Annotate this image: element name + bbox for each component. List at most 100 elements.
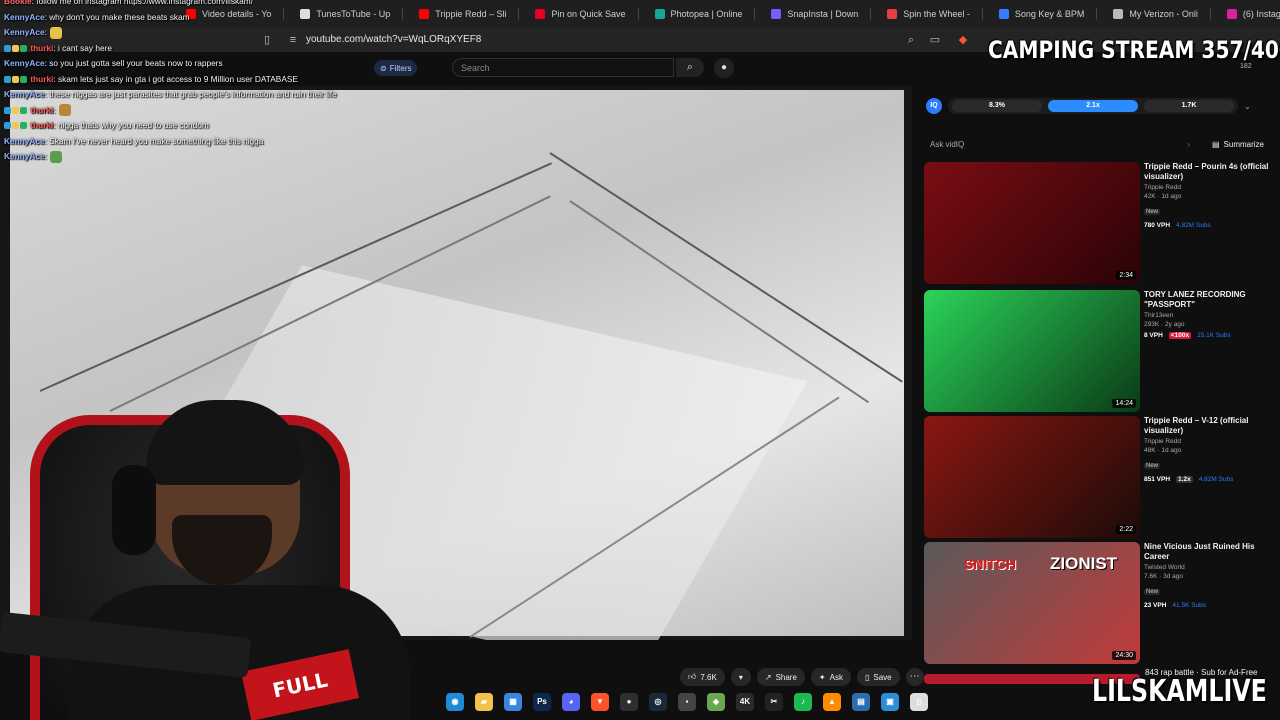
steam-icon[interactable]: ◎	[649, 693, 667, 711]
tab-favicon-icon	[1226, 9, 1237, 19]
vidiq-video-stats: 8 VPH <100x 15.1K Subs	[1144, 332, 1274, 339]
browser-tab[interactable]: Photopea | Online	[647, 1, 764, 27]
tab-label: Trippie Redd – Sli	[435, 9, 507, 19]
chat-username[interactable]: KennyAce	[4, 58, 45, 68]
chat-message: KennyAce: so you just gotta sell your be…	[4, 56, 384, 72]
dislike-button[interactable]: ▾	[730, 668, 751, 686]
browser-tab[interactable]: Spin the Wheel -	[879, 1, 991, 27]
vidiq-stat-segment[interactable]: 1.7K	[1144, 100, 1234, 112]
browser-tab[interactable]: (6) Instagram	[1219, 1, 1280, 27]
video-actions: 👍︎ 7.6K ▾ ↗ Share ✦ Ask ▯ Save ⋯	[680, 668, 924, 686]
recommendation-item[interactable]: 2:34 Trippie Redd – Pourin 4s (official v…	[924, 162, 1274, 284]
like-button[interactable]: 👍︎ 7.6K	[680, 668, 725, 686]
chat-username[interactable]: KennyAce	[4, 27, 45, 37]
tab-favicon-icon	[771, 9, 782, 19]
mic-icon: ●	[720, 62, 728, 73]
chat-username[interactable]: thurki	[30, 43, 53, 53]
chat-username[interactable]: Bookie	[4, 0, 32, 6]
search-input[interactable]: Search	[452, 58, 674, 77]
recommendation-info[interactable]: Trippie Redd – Pourin 4s (official visua…	[1144, 162, 1274, 229]
summarize-button[interactable]: › ▤ Summarize	[1187, 140, 1264, 149]
brave-icon[interactable]: ▼	[591, 693, 609, 711]
subscriber-count: 4.82M Subs	[1198, 476, 1234, 483]
photoshop-icon[interactable]: Ps	[533, 693, 551, 711]
chat-username[interactable]: KennyAce	[4, 12, 45, 22]
sparkle-icon: ✦	[818, 672, 826, 682]
vidiq-logo-icon[interactable]: IQ	[926, 98, 942, 114]
file-icon[interactable]: ▯	[910, 693, 928, 711]
browser-tab[interactable]: My Verizon - Onli	[1105, 1, 1219, 27]
like-count: 7.6K	[700, 672, 717, 682]
spotify-icon[interactable]: ♪	[794, 693, 812, 711]
recommendation-info[interactable]: TORY LANEZ RECORDING "PASSPORT" Thir13een…	[1144, 290, 1274, 339]
video-meta: 293K · 2y ago	[1144, 321, 1185, 328]
save-button[interactable]: ▯ Save	[856, 668, 900, 686]
browser-tab[interactable]: SnapInsta | Down	[763, 1, 879, 27]
video-duration: 2:34	[1116, 271, 1136, 280]
tab-label: Song Key & BPM	[1014, 9, 1085, 19]
chat-username[interactable]: KennyAce	[4, 89, 45, 99]
chevron-down-icon[interactable]: ⌄	[1244, 102, 1251, 111]
recommendation-info[interactable]: Nine Vicious Just Ruined His Career Twist…	[1144, 542, 1274, 609]
capcut-icon[interactable]: ✂	[765, 693, 783, 711]
calc-icon[interactable]: ▤	[852, 693, 870, 711]
video-thumbnail[interactable]: SNITCH ZIONIST 24:30	[924, 542, 1140, 664]
voice-search-button[interactable]: ●	[714, 58, 734, 78]
store-icon[interactable]: ▦	[504, 693, 522, 711]
chat-username[interactable]: thurki	[30, 105, 53, 115]
video-meta: 42K · 1d ago	[1144, 193, 1182, 200]
video-duration: 24:30	[1112, 651, 1136, 660]
chat-message: KennyAce:	[4, 25, 384, 41]
recommendation-item[interactable]: 2:22 Trippie Redd – V-12 (official visual…	[924, 416, 1274, 538]
browser-tab[interactable]: Trippie Redd – Sli	[411, 1, 527, 27]
vidiq-stat-segment[interactable]: 2.1x	[1048, 100, 1138, 112]
chat-message: Bookie: follow me on instagram https://w…	[4, 0, 384, 10]
recommendation-item[interactable]: SNITCH ZIONIST 24:30 Nine Vicious Just Ruin…	[924, 542, 1274, 664]
channel-name: Thir13een	[1144, 312, 1174, 319]
discord-icon[interactable]: ◕	[562, 693, 580, 711]
tab-favicon-icon	[1113, 9, 1124, 19]
zoom-icon[interactable]: ⌕	[904, 33, 918, 47]
app-icon[interactable]: ◆	[707, 693, 725, 711]
tab-separator	[1209, 8, 1211, 20]
browser-tab[interactable]: Song Key & BPM	[991, 1, 1106, 27]
chat-text: : so you just gotta sell your beats now …	[44, 58, 223, 68]
chevron-right-icon: ›	[1187, 139, 1190, 149]
recommendation-item[interactable]: 14:24 TORY LANEZ RECORDING "PASSPORT" Thir…	[924, 290, 1274, 412]
video-title: TORY LANEZ RECORDING "PASSPORT"	[1144, 290, 1246, 309]
vidiq-stat-segment[interactable]: 8.3%	[952, 100, 1042, 112]
folder-icon[interactable]: ▰	[475, 693, 493, 711]
outlier-multiplier: 1.2x	[1176, 476, 1193, 483]
ask-vidiq-bar[interactable]: Ask vidIQ › ▤ Summarize	[926, 134, 1270, 154]
obs-icon[interactable]: ●	[620, 693, 638, 711]
video-thumbnail[interactable]: 2:34	[924, 162, 1140, 284]
more-actions-button[interactable]: ⋯	[905, 668, 924, 686]
chat-username[interactable]: KennyAce	[4, 151, 45, 161]
photos-icon[interactable]: ▣	[881, 693, 899, 711]
fl-icon[interactable]: ▲	[823, 693, 841, 711]
chat-message: thurki: i cant say here	[4, 41, 384, 57]
dot-icon[interactable]: ▪	[678, 693, 696, 711]
tab-favicon-icon	[419, 9, 430, 19]
4k-icon[interactable]: 4K	[736, 693, 754, 711]
vidiq-video-stats: 23 VPH 41.5K Subs	[1144, 602, 1274, 609]
recommendation-info[interactable]: Trippie Redd – V-12 (official visualizer…	[1144, 416, 1274, 483]
brave-shield-icon[interactable]: ◆	[956, 33, 970, 47]
browser-tab[interactable]: Pin on Quick Save	[527, 1, 646, 27]
chat-badge-icon	[4, 44, 11, 52]
ask-vidiq-input[interactable]: Ask vidIQ	[930, 140, 964, 149]
ask-button[interactable]: ✦ Ask	[810, 668, 851, 686]
video-title: Nine Vicious Just Ruined His Career	[1144, 542, 1255, 561]
search-button[interactable]: ⌕	[676, 58, 704, 77]
video-thumbnail[interactable]: 2:22	[924, 416, 1140, 538]
summarize-label: Summarize	[1223, 139, 1264, 149]
tab-separator	[402, 8, 404, 20]
chat-username[interactable]: KennyAce	[4, 136, 45, 146]
cast-icon[interactable]: ▭	[928, 33, 942, 47]
chat-username[interactable]: thurki	[30, 74, 53, 84]
edge-icon[interactable]: ◉	[446, 693, 464, 711]
share-button[interactable]: ↗ Share	[756, 668, 805, 686]
video-thumbnail[interactable]: 14:24	[924, 290, 1140, 412]
chat-username[interactable]: thurki	[30, 120, 53, 130]
thumbs-up-icon: 👍︎	[688, 672, 697, 681]
